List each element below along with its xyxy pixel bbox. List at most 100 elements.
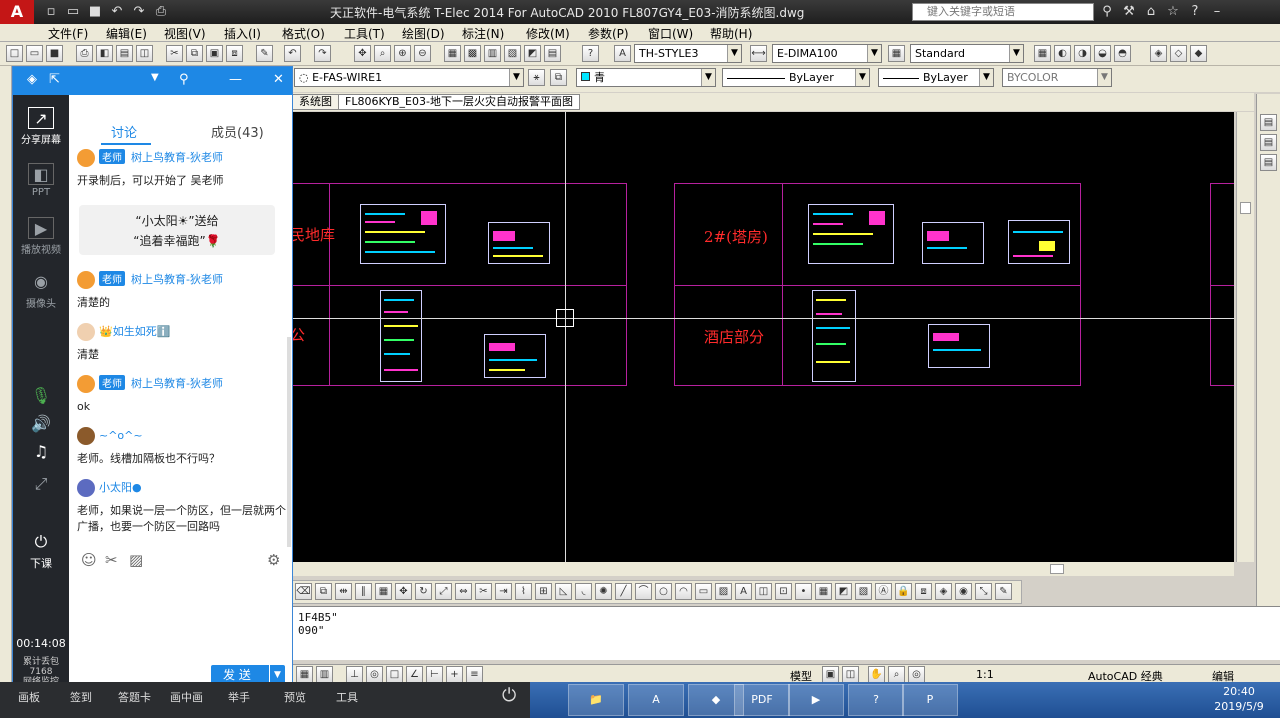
color-select[interactable]: 青 ▼ xyxy=(576,68,716,87)
tab-system-diagram[interactable]: 系统图 xyxy=(292,94,339,110)
drawing-sheet[interactable] xyxy=(484,334,546,378)
scissors-icon[interactable]: ✂ xyxy=(105,551,118,569)
checkin-button[interactable]: 签到 xyxy=(70,689,92,705)
tab-basement-plan[interactable]: FL806KYB_E03-地下一层火灾自动报警平面图 xyxy=(338,94,580,110)
table-icon[interactable]: ▦ xyxy=(815,583,832,600)
taskbar-autocad-icon[interactable]: A xyxy=(628,684,684,716)
render-icon[interactable]: ◐ xyxy=(1054,45,1071,62)
camera-button[interactable]: ◉ 摄像头 xyxy=(13,271,69,310)
picture-in-picture-button[interactable]: 画中画 xyxy=(170,689,203,705)
close-icon[interactable]: ✕ xyxy=(273,72,284,87)
menu-modify[interactable]: 修改(M) xyxy=(526,25,570,42)
snap-icon[interactable]: ▥ xyxy=(316,666,333,683)
chevron-down-icon[interactable]: ▼ xyxy=(1097,69,1111,86)
text-style-icon[interactable]: A xyxy=(614,45,631,62)
taskbar-pdf-icon[interactable]: PDF xyxy=(734,684,790,716)
point-icon[interactable]: • xyxy=(795,583,812,600)
stretch-icon[interactable]: ⇔ xyxy=(455,583,472,600)
circle-icon[interactable]: ○ xyxy=(655,583,672,600)
cut-icon[interactable]: ✂ xyxy=(166,45,183,62)
measure-icon[interactable]: ⤡ xyxy=(975,583,992,600)
play-video-button[interactable]: ▶ 播放视频 xyxy=(13,217,69,256)
chevron-down-icon[interactable]: ▼ xyxy=(1009,45,1023,62)
menu-tools[interactable]: 工具(T) xyxy=(344,25,385,42)
raise-hand-button[interactable]: 举手 xyxy=(228,689,250,705)
menu-insert[interactable]: 插入(I) xyxy=(224,25,261,42)
layer-select[interactable]: ◌ E-FAS-WIRE1 ▼ xyxy=(294,68,524,87)
menu-help[interactable]: 帮助(H) xyxy=(710,25,752,42)
new-file-icon[interactable]: □ xyxy=(6,45,23,62)
shade-icon[interactable]: ◑ xyxy=(1074,45,1091,62)
make-current-icon[interactable]: ⚹ xyxy=(528,69,545,86)
break-icon[interactable]: ⌇ xyxy=(515,583,532,600)
box3d-icon[interactable]: ◈ xyxy=(935,583,952,600)
fillet-icon[interactable]: ◟ xyxy=(575,583,592,600)
chevron-down-icon[interactable]: ▼ xyxy=(855,69,869,86)
drawing-sheet[interactable] xyxy=(928,324,990,368)
mirror-icon[interactable]: ⇹ xyxy=(335,583,352,600)
location-icon[interactable]: ◈ xyxy=(27,72,37,87)
power-icon[interactable]: ⏻ xyxy=(502,685,516,706)
line-icon[interactable]: ╱ xyxy=(615,583,632,600)
plotstyle-select[interactable]: BYCOLOR ▼ xyxy=(1002,68,1112,87)
join-icon[interactable]: ⊞ xyxy=(535,583,552,600)
dyn-icon[interactable]: + xyxy=(446,666,463,683)
extend-icon[interactable]: ⇥ xyxy=(495,583,512,600)
plot-preview-icon[interactable]: ◧ xyxy=(96,45,113,62)
viewport-icon[interactable]: ▦ xyxy=(1034,45,1051,62)
block-icon[interactable]: ◫ xyxy=(755,583,772,600)
preview-button[interactable]: 预览 xyxy=(284,689,306,705)
print-icon[interactable]: ⎙ xyxy=(152,3,170,21)
layer-iso-icon[interactable]: ◆ xyxy=(1190,45,1207,62)
ducs-icon[interactable]: ⊢ xyxy=(426,666,443,683)
system-clock[interactable]: 20:40 2019/5/9 xyxy=(1200,684,1278,714)
arc-icon[interactable]: ◠ xyxy=(675,583,692,600)
taskbar-folder-icon[interactable]: 📁 xyxy=(568,684,624,716)
vertical-scrollbar[interactable] xyxy=(1236,112,1254,562)
command-line[interactable]: 1F4B5" 090" xyxy=(292,606,1280,660)
dim-style-icon[interactable]: ⟷ xyxy=(750,45,767,62)
osnap-icon[interactable]: □ xyxy=(386,666,403,683)
scroll-thumb[interactable] xyxy=(1240,202,1251,214)
drawing-sheet[interactable] xyxy=(922,222,984,264)
markup-icon[interactable]: ◩ xyxy=(524,45,541,62)
redo-icon[interactable]: ↷ xyxy=(130,3,148,21)
taskbar-office-icon[interactable]: P xyxy=(902,684,958,716)
array-icon[interactable]: ▦ xyxy=(375,583,392,600)
drawing-sheet[interactable] xyxy=(812,290,856,382)
menu-parameters[interactable]: 参数(P) xyxy=(588,25,629,42)
open-file-icon[interactable]: ▭ xyxy=(26,45,43,62)
3d-dwf-icon[interactable]: ◫ xyxy=(136,45,153,62)
viewcube-icon[interactable]: ▤ xyxy=(1260,114,1277,131)
zoom-previous-icon[interactable]: ⊖ xyxy=(414,45,431,62)
chevron-down-icon[interactable]: ▼ xyxy=(509,69,523,86)
hatch-icon[interactable]: ▨ xyxy=(715,583,732,600)
zoom-realtime-icon[interactable]: ⌕ xyxy=(374,45,391,62)
orbit-icon[interactable]: ◒ xyxy=(1094,45,1111,62)
drawing-sheet[interactable] xyxy=(1008,220,1070,264)
redo-tb-icon[interactable]: ↷ xyxy=(314,45,331,62)
microphone-button[interactable]: 🎙 xyxy=(13,385,69,409)
speaker-button[interactable]: 🔊 xyxy=(13,413,69,437)
text-style-select[interactable]: TH-STYLE3 ▼ xyxy=(634,44,742,63)
pan-status-icon[interactable]: ✋ xyxy=(868,666,885,683)
zoom-window-icon[interactable]: ⊕ xyxy=(394,45,411,62)
emoji-icon[interactable]: ☺ xyxy=(81,551,97,569)
open-icon[interactable]: ▭ xyxy=(64,3,82,21)
minimize-icon[interactable]: — xyxy=(229,72,242,87)
offset-icon[interactable]: ∥ xyxy=(355,583,372,600)
copy-object-icon[interactable]: ⧉ xyxy=(315,583,332,600)
otrack-icon[interactable]: ∠ xyxy=(406,666,423,683)
drawing-canvas[interactable]: 民地库 公 2#(塔房) 酒店部分 xyxy=(292,112,1234,562)
copy-icon[interactable]: ⧉ xyxy=(186,45,203,62)
star-icon[interactable]: ☆ xyxy=(1164,3,1182,21)
annotation-scale[interactable]: 1:1 xyxy=(976,668,994,681)
erase-icon[interactable]: ⌫ xyxy=(295,583,312,600)
layout-switch2-icon[interactable]: ◫ xyxy=(842,666,859,683)
help-tb-icon[interactable]: ? xyxy=(582,45,599,62)
save-file-icon[interactable]: ■ xyxy=(46,45,63,62)
wheel-icon[interactable]: ◎ xyxy=(908,666,925,683)
region-icon[interactable]: ◩ xyxy=(835,583,852,600)
drawing-sheet[interactable] xyxy=(380,290,422,382)
trim-icon[interactable]: ✂ xyxy=(475,583,492,600)
